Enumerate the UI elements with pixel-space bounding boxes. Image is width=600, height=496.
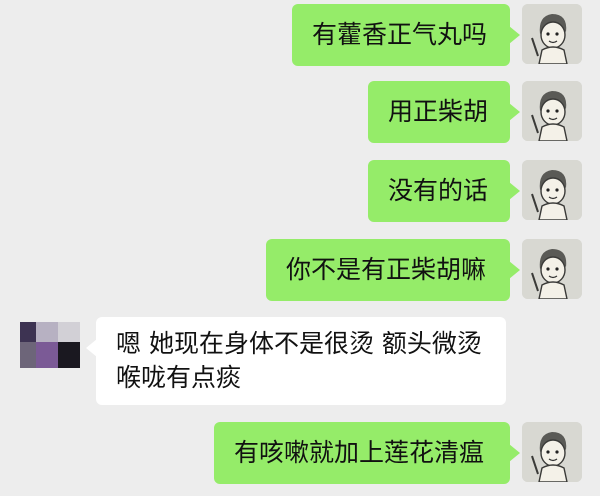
message-bubble-outgoing[interactable]: 有藿香正气丸吗 — [292, 4, 520, 66]
cartoon-boy-avatar-icon — [522, 422, 582, 482]
message-bubble-outgoing[interactable]: 有咳嗽就加上莲花清瘟 — [214, 422, 520, 484]
message-text: 用正柴胡 — [388, 97, 489, 126]
message-text-line-1: 嗯 她现在身体不是很烫 额头微烫 — [116, 329, 482, 358]
cartoon-boy-avatar-icon — [522, 4, 582, 64]
message-text: 没有的话 — [388, 176, 489, 205]
message-bubble-outgoing[interactable]: 你不是有正柴胡嘛 — [266, 239, 520, 301]
cartoon-boy-avatar-icon — [522, 160, 582, 220]
cartoon-boy-avatar-icon — [522, 239, 582, 299]
message-text: 你不是有正柴胡嘛 — [286, 255, 487, 284]
message-bubble-outgoing[interactable]: 没有的话 — [368, 160, 520, 222]
message-text: 有藿香正气丸吗 — [312, 20, 488, 49]
message-text-line-2: 喉咙有点痰 — [116, 363, 242, 392]
pixelated-avatar-icon — [14, 318, 82, 370]
message-bubble-incoming[interactable]: 嗯 她现在身体不是很烫 额头微烫 喉咙有点痰 — [86, 317, 506, 405]
contact-avatar[interactable] — [14, 318, 82, 370]
self-avatar[interactable] — [522, 239, 582, 299]
self-avatar[interactable] — [522, 4, 582, 64]
self-avatar[interactable] — [522, 160, 582, 220]
cartoon-boy-avatar-icon — [522, 81, 582, 141]
self-avatar[interactable] — [522, 422, 582, 482]
self-avatar[interactable] — [522, 81, 582, 141]
message-bubble-outgoing[interactable]: 用正柴胡 — [368, 81, 520, 143]
message-text: 有咳嗽就加上莲花清瘟 — [234, 438, 485, 467]
